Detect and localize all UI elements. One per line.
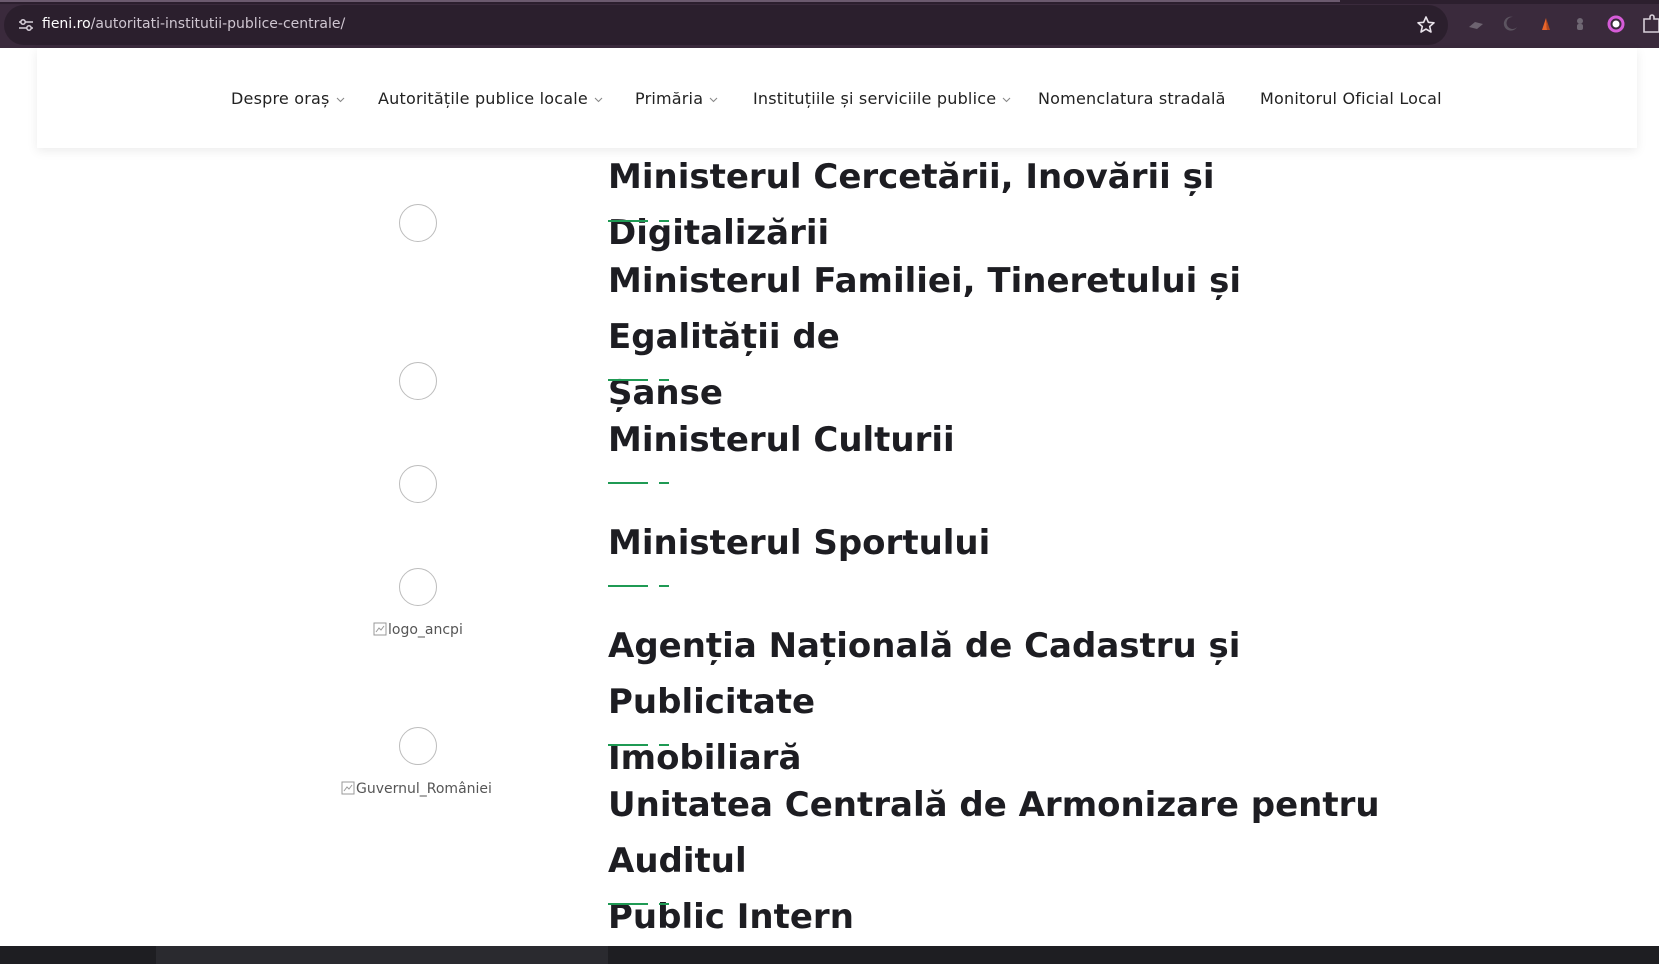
entry-title-line: Agenția Națională de Cadastru și Publici… [608, 626, 1241, 722]
chevron-down-icon [336, 97, 344, 103]
chevron-down-icon [594, 97, 603, 103]
nav-item-label: Primăria [635, 89, 704, 108]
page-footer [0, 946, 1659, 964]
nav-item-nomenclatura-stradala[interactable]: Nomenclatura stradală [1038, 89, 1226, 108]
url-text[interactable]: fieni.ro/autoritati-institutii-publice-c… [42, 16, 345, 32]
image-alt-text: Guvernul_României [356, 781, 492, 797]
extension-grey-icon[interactable] [1570, 14, 1590, 34]
broken-image-icon [341, 781, 355, 795]
entry-title[interactable]: Agenția Națională de Cadastru și Publici… [608, 618, 1398, 786]
image-alt-text: logo_ancpi [388, 622, 463, 638]
broken-image-logo-ancpi[interactable]: logo_ancpi [373, 622, 463, 638]
site-main-nav: Despre oraș Autoritățile publice locale … [37, 48, 1637, 148]
browser-toolbar: fieni.ro/autoritati-institutii-publice-c… [0, 0, 1659, 48]
bookmark-star-icon[interactable] [1416, 15, 1436, 35]
entry-title-line: Ministerul Sportului [608, 523, 991, 563]
nav-item-monitorul-oficial-local[interactable]: Monitorul Oficial Local [1260, 89, 1442, 108]
nav-item-despre-oras[interactable]: Despre oraș [231, 89, 345, 108]
site-settings-icon[interactable] [18, 18, 34, 32]
url-path: /autoritati-institutii-publice-centrale/ [90, 16, 346, 32]
nav-item-label: Monitorul Oficial Local [1260, 89, 1442, 108]
entry-title-line: Ministerul Familiei, Tineretului și Egal… [608, 261, 1242, 357]
extension-color-ring-icon[interactable] [1606, 14, 1626, 34]
entry-title[interactable]: Ministerul Culturii [608, 412, 1398, 468]
logo-placeholder-circle[interactable] [399, 727, 437, 765]
entry-title-line: Public Intern [608, 897, 854, 937]
nav-item-institutii-servicii-publice[interactable]: Instituțiile și serviciile publice [753, 89, 1011, 108]
nav-item-label: Instituțiile și serviciile publice [753, 89, 997, 108]
tab-strip [0, 0, 1659, 4]
address-bar[interactable]: fieni.ro/autoritati-institutii-publice-c… [4, 5, 1448, 45]
nav-item-autoritati-publice-locale[interactable]: Autoritățile publice locale [378, 89, 603, 108]
entry-title-line: Ministerul Cercetării, Inovării și Digit… [608, 157, 1215, 253]
chevron-down-icon [709, 97, 718, 103]
extension-puzzle-dark-icon[interactable] [1466, 14, 1486, 34]
entry-title[interactable]: Ministerul Familiei, Tineretului și Egal… [608, 253, 1398, 421]
chevron-down-icon [1002, 97, 1011, 103]
logo-placeholder-circle[interactable] [399, 362, 437, 400]
logo-placeholder-circle[interactable] [399, 204, 437, 242]
nav-item-label: Despre oraș [231, 89, 330, 108]
entry-title-line: Unitatea Centrală de Armonizare pentru A… [608, 785, 1380, 881]
url-host: fieni.ro [42, 16, 91, 32]
entry-title-line: Ministerul Culturii [608, 420, 955, 460]
logo-placeholder-circle[interactable] [399, 465, 437, 503]
nav-item-primaria[interactable]: Primăria [635, 89, 718, 108]
entry-title[interactable]: Ministerul Cercetării, Inovării și Digit… [608, 149, 1398, 261]
broken-image-guvernul-romaniei[interactable]: Guvernul_României [341, 781, 492, 797]
extensions-puzzle-icon[interactable] [1640, 14, 1659, 34]
entry-title[interactable]: Unitatea Centrală de Armonizare pentru A… [608, 777, 1398, 945]
nav-item-label: Autoritățile publice locale [378, 89, 588, 108]
logo-placeholder-circle[interactable] [399, 568, 437, 606]
broken-image-icon [373, 622, 387, 636]
dark-mode-moon-icon[interactable] [1500, 14, 1520, 34]
entry-title[interactable]: Ministerul Sportului [608, 515, 1398, 571]
extension-orange-icon[interactable] [1536, 14, 1556, 34]
nav-item-label: Nomenclatura stradală [1038, 89, 1226, 108]
